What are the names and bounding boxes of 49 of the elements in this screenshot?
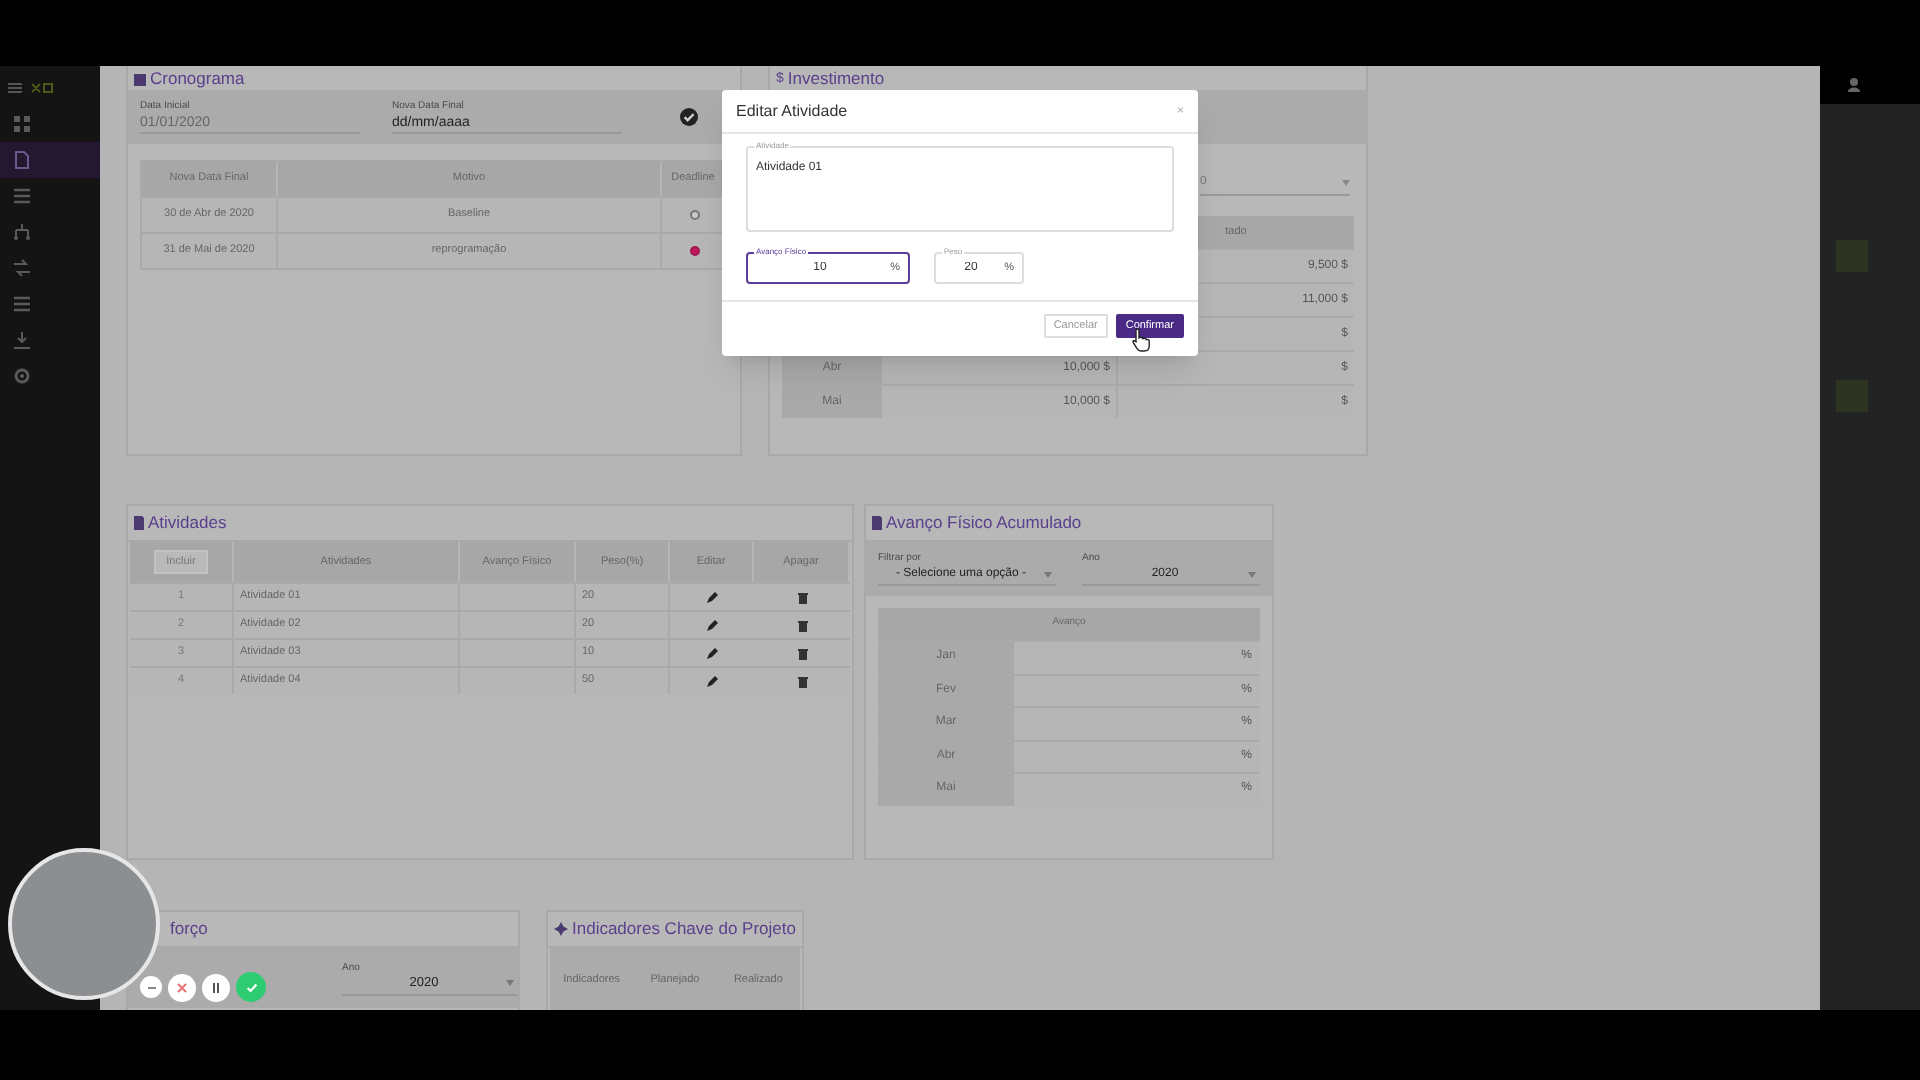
grid-icon — [12, 114, 32, 134]
caret-icon — [506, 980, 514, 986]
edit-button[interactable] — [706, 675, 718, 687]
list-icon — [12, 294, 32, 314]
trash-icon — [797, 675, 807, 687]
delete-button[interactable] — [797, 591, 807, 603]
trash-icon — [797, 619, 807, 631]
card-title: forço — [170, 920, 208, 938]
edit-button[interactable] — [706, 619, 718, 631]
dialog-title: Editar Atividade — [736, 99, 848, 123]
check-icon — [245, 981, 257, 993]
menu-icon — [8, 82, 22, 94]
logo-icon — [30, 82, 54, 94]
card-title: Indicadores Chave do Projeto — [572, 920, 796, 938]
trash-icon — [797, 647, 807, 659]
file-icon — [12, 150, 32, 170]
card-title: Avanço Físico Acumulado — [886, 514, 1082, 532]
close-icon — [176, 981, 188, 993]
pencil-icon — [706, 591, 718, 603]
pencil-icon — [706, 647, 718, 659]
file-icon — [872, 516, 882, 530]
pencil-icon — [706, 675, 718, 687]
user-icon — [1848, 78, 1860, 92]
sidebar-item[interactable] — [0, 142, 100, 178]
delete-button[interactable] — [797, 675, 807, 687]
download-icon — [12, 330, 32, 350]
file-icon — [134, 516, 144, 530]
gear-icon — [12, 366, 32, 386]
trash-icon — [797, 591, 807, 603]
edit-button[interactable] — [706, 647, 718, 659]
list-icon — [12, 186, 32, 206]
card-title: Cronograma — [150, 69, 245, 87]
card-title: Atividades — [148, 514, 227, 532]
sitemap-icon — [12, 222, 32, 242]
arrows-icon — [12, 258, 32, 278]
delete-button[interactable] — [797, 619, 807, 631]
pencil-icon — [706, 619, 718, 631]
radio-button[interactable] — [689, 210, 699, 220]
delete-button[interactable] — [797, 647, 807, 659]
caret-icon — [1248, 571, 1256, 577]
card-title: Investimento — [787, 69, 885, 87]
caret-icon — [1044, 571, 1052, 577]
pause-icon — [210, 981, 222, 993]
check-circle-icon — [680, 108, 698, 126]
edit-button[interactable] — [706, 591, 718, 603]
caret-icon — [1342, 180, 1350, 186]
radio-button[interactable] — [689, 246, 699, 256]
minus-icon — [145, 981, 157, 993]
move-icon — [554, 922, 568, 936]
